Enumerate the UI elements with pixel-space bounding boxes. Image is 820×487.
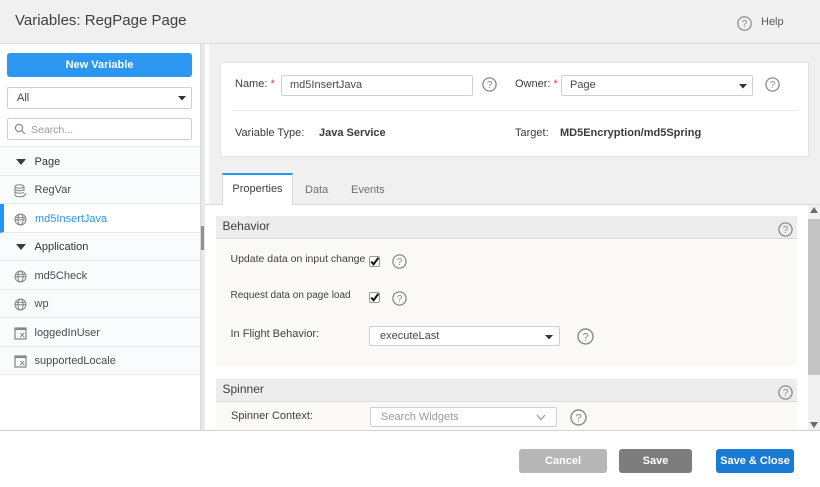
svg-text:?: ? (575, 412, 581, 424)
svg-text:?: ? (397, 257, 403, 268)
svg-text:?: ? (487, 80, 493, 91)
svg-text:?: ? (782, 225, 788, 236)
svg-text:?: ? (742, 19, 748, 30)
svg-text:?: ? (770, 80, 776, 91)
svg-text:?: ? (397, 294, 403, 305)
svg-text:?: ? (782, 388, 788, 399)
svg-text:?: ? (582, 331, 588, 343)
